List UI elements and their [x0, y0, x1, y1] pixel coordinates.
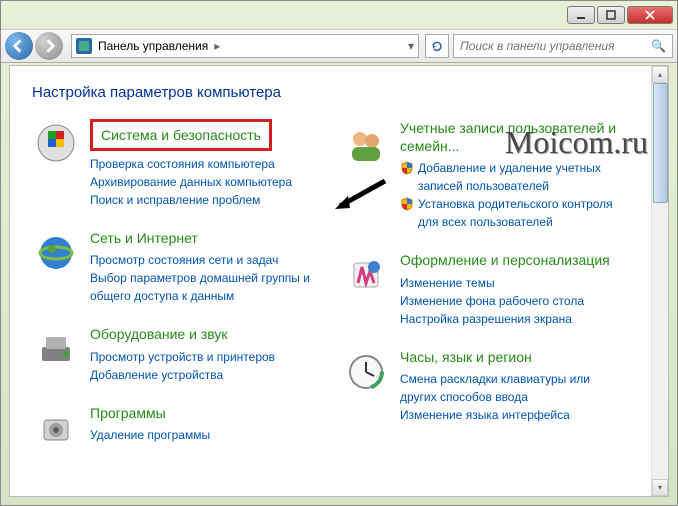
category: Оформление и персонализация Изменение тем… [342, 251, 622, 327]
category-sublink[interactable]: Изменение языка интерфейса [400, 406, 622, 424]
category-sublink[interactable]: Изменение фона рабочего стола [400, 292, 622, 310]
maximize-button[interactable] [597, 6, 625, 24]
category-icon [32, 119, 80, 167]
content-pane: Moicom.ru Настройка параметров компьютер… [9, 65, 669, 497]
forward-button[interactable] [35, 32, 63, 60]
category-title[interactable]: Учетные записи пользователей и семейн... [400, 119, 622, 155]
category-title[interactable]: Оборудование и звук [90, 325, 312, 343]
navbar: Панель управления ▸ ▾ 🔍 [1, 29, 677, 63]
titlebar [1, 1, 677, 29]
right-column: Учетные записи пользователей и семейн...… [342, 119, 622, 472]
minimize-button[interactable] [567, 6, 595, 24]
category-title[interactable]: Часы, язык и регион [400, 348, 622, 366]
category-sublink[interactable]: Настройка разрешения экрана [400, 310, 622, 328]
close-button[interactable] [627, 6, 673, 24]
category-icon [32, 229, 80, 277]
category-title[interactable]: Сеть и Интернет [90, 229, 312, 247]
category-icon [32, 325, 80, 373]
left-column: Система и безопасность Проверка состояния… [32, 119, 312, 472]
category-icon [32, 404, 80, 452]
search-input[interactable] [460, 39, 651, 53]
category: Учетные записи пользователей и семейн...… [342, 119, 622, 231]
search-icon[interactable]: 🔍 [651, 39, 666, 53]
category-title[interactable]: Оформление и персонализация [400, 251, 622, 269]
category-sublink[interactable]: Удаление программы [90, 426, 312, 444]
refresh-button[interactable] [425, 34, 449, 58]
scrollbar[interactable]: ▴ ▾ [651, 66, 668, 496]
category-icon [342, 251, 390, 299]
category: Система и безопасность Проверка состояния… [32, 119, 312, 209]
category: Сеть и Интернет Просмотр состояния сети и… [32, 229, 312, 305]
category-sublink[interactable]: Проверка состояния компьютера [90, 155, 312, 173]
category-sublink[interactable]: Просмотр устройств и принтеров [90, 348, 312, 366]
category: Часы, язык и регион Смена раскладки клави… [342, 348, 622, 424]
page-title: Настройка параметров компьютера [32, 84, 646, 101]
category-title[interactable]: Программы [90, 404, 312, 422]
category: Оборудование и звук Просмотр устройств и … [32, 325, 312, 383]
breadcrumb-separator: ▸ [214, 39, 220, 53]
category-sublink[interactable]: Установка родительского контроля для все… [400, 195, 622, 231]
scroll-up-button[interactable]: ▴ [652, 66, 668, 83]
search-bar[interactable]: 🔍 [453, 34, 673, 58]
dropdown-icon[interactable]: ▾ [408, 39, 414, 53]
category-sublink[interactable]: Смена раскладки клавиатуры или других сп… [400, 370, 622, 406]
category-sublink[interactable]: Добавление и удаление учетных записей по… [400, 159, 622, 195]
category-sublink[interactable]: Просмотр состояния сети и задач [90, 251, 312, 269]
category-icon [342, 119, 390, 167]
scroll-down-button[interactable]: ▾ [652, 479, 668, 496]
explorer-window: Панель управления ▸ ▾ 🔍 Moicom.ru Настро… [0, 0, 678, 506]
address-bar[interactable]: Панель управления ▸ ▾ [71, 34, 419, 58]
scroll-thumb[interactable] [653, 83, 668, 203]
category-sublink[interactable]: Добавление устройства [90, 366, 312, 384]
category-title[interactable]: Система и безопасность [90, 119, 272, 151]
category-sublink[interactable]: Изменение темы [400, 274, 622, 292]
breadcrumb[interactable]: Панель управления [98, 39, 208, 53]
category-sublink[interactable]: Выбор параметров домашней группы и общег… [90, 269, 312, 305]
control-panel-icon [76, 38, 92, 54]
category-icon [342, 348, 390, 396]
back-button[interactable] [5, 32, 33, 60]
category-sublink[interactable]: Поиск и исправление проблем [90, 191, 312, 209]
category: Программы Удаление программы [32, 404, 312, 452]
category-sublink[interactable]: Архивирование данных компьютера [90, 173, 312, 191]
